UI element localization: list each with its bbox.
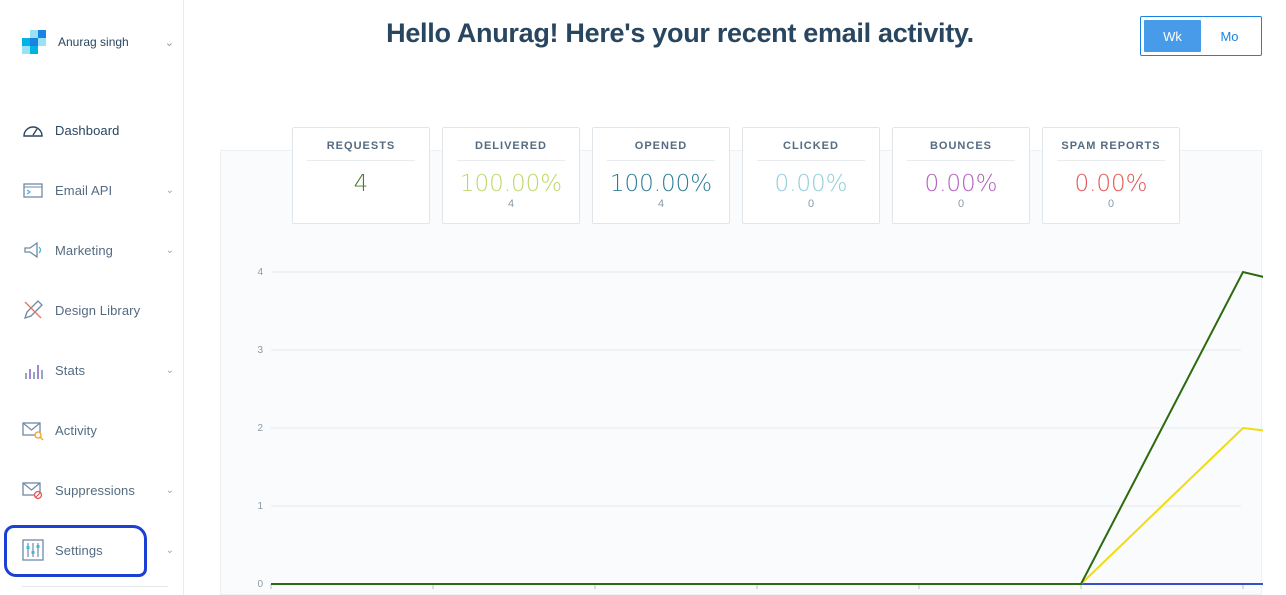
page-title: Hello Anurag! Here's your recent email a… bbox=[386, 18, 974, 48]
stat-label: OPENED bbox=[607, 140, 715, 161]
sendgrid-logo-icon bbox=[22, 30, 46, 54]
stat-value: 0.00% bbox=[924, 171, 998, 197]
y-tick-label: 2 bbox=[257, 423, 263, 434]
sidebar-item-stats[interactable]: Stats ⌄ bbox=[22, 355, 178, 385]
sidebar-item-settings[interactable]: Settings ⌄ bbox=[22, 535, 178, 565]
sidebar-item-activity[interactable]: Activity bbox=[22, 415, 178, 445]
y-tick-label: 0 bbox=[257, 579, 263, 590]
stat-value: 0.00% bbox=[774, 171, 848, 197]
envelope-block-icon bbox=[22, 479, 44, 501]
sidebar-item-label: Marketing bbox=[55, 242, 113, 258]
speedometer-icon bbox=[22, 119, 44, 141]
sidebar-item-label: Stats bbox=[55, 362, 86, 378]
pencil-ruler-icon bbox=[22, 299, 44, 321]
sidebar-item-suppressions[interactable]: Suppressions ⌄ bbox=[22, 475, 178, 505]
y-tick-label: 3 bbox=[257, 345, 263, 356]
sidebar-item-label: Activity bbox=[55, 422, 97, 438]
stat-value: 4 bbox=[353, 171, 369, 197]
sidebar-item-design-library[interactable]: Design Library bbox=[22, 295, 178, 325]
stat-label: CLICKED bbox=[757, 140, 865, 161]
stat-card-opened[interactable]: OPENED 100.00% 4 bbox=[592, 127, 730, 224]
month-button[interactable]: Mo bbox=[1201, 20, 1258, 52]
stat-value: 100.00% bbox=[609, 171, 713, 197]
chevron-down-icon: ⌄ bbox=[165, 544, 174, 556]
stat-label: REQUESTS bbox=[307, 140, 415, 161]
stat-value: 100.00% bbox=[459, 171, 563, 197]
stat-sub: 0 bbox=[957, 198, 965, 210]
account-switcher[interactable]: Anurag singh ⌄ bbox=[22, 28, 174, 56]
stat-card-bounces[interactable]: BOUNCES 0.00% 0 bbox=[892, 127, 1030, 224]
stat-card-spam-reports[interactable]: SPAM REPORTS 0.00% 0 bbox=[1042, 127, 1180, 224]
chevron-down-icon: ⌄ bbox=[165, 364, 174, 376]
chevron-down-icon: ⌄ bbox=[165, 184, 174, 196]
stat-card-delivered[interactable]: DELIVERED 100.00% 4 bbox=[442, 127, 580, 224]
sidebar: Anurag singh ⌄ Dashboard Email API ⌄ Mar… bbox=[0, 0, 184, 595]
chevron-down-icon: ⌄ bbox=[165, 484, 174, 496]
envelope-search-icon bbox=[22, 419, 44, 441]
chevron-down-icon: ⌄ bbox=[165, 244, 174, 256]
stat-label: SPAM REPORTS bbox=[1057, 140, 1165, 161]
sidebar-item-label: Design Library bbox=[55, 302, 141, 318]
period-toggle: Wk Mo bbox=[1140, 16, 1262, 56]
chevron-down-icon: ⌄ bbox=[164, 36, 174, 49]
stat-sub: 4 bbox=[507, 198, 515, 210]
sidebar-item-label: Email API bbox=[55, 182, 113, 198]
stat-value: 0.00% bbox=[1074, 171, 1148, 197]
stat-sub: 0 bbox=[1107, 198, 1115, 210]
week-button[interactable]: Wk bbox=[1144, 20, 1201, 52]
sliders-icon bbox=[22, 539, 44, 561]
bar-chart-icon bbox=[22, 359, 44, 381]
y-tick-label: 4 bbox=[257, 267, 263, 278]
sidebar-item-label: Settings bbox=[55, 542, 103, 558]
stat-sub: 0 bbox=[807, 198, 815, 210]
sidebar-item-dashboard[interactable]: Dashboard bbox=[22, 115, 178, 145]
stat-label: BOUNCES bbox=[907, 140, 1015, 161]
sidebar-item-label: Suppressions bbox=[55, 482, 135, 498]
stat-card-clicked[interactable]: CLICKED 0.00% 0 bbox=[742, 127, 880, 224]
account-name: Anurag singh bbox=[58, 35, 129, 49]
sidebar-divider bbox=[22, 586, 168, 587]
terminal-icon bbox=[22, 179, 44, 201]
stat-card-requests[interactable]: REQUESTS 4 bbox=[292, 127, 430, 224]
sidebar-item-label: Dashboard bbox=[55, 122, 120, 138]
stat-label: DELIVERED bbox=[457, 140, 565, 161]
stat-sub: 4 bbox=[657, 198, 665, 210]
y-tick-label: 1 bbox=[257, 501, 263, 512]
megaphone-icon bbox=[22, 239, 44, 261]
sidebar-item-email-api[interactable]: Email API ⌄ bbox=[22, 175, 178, 205]
sidebar-item-marketing[interactable]: Marketing ⌄ bbox=[22, 235, 178, 265]
